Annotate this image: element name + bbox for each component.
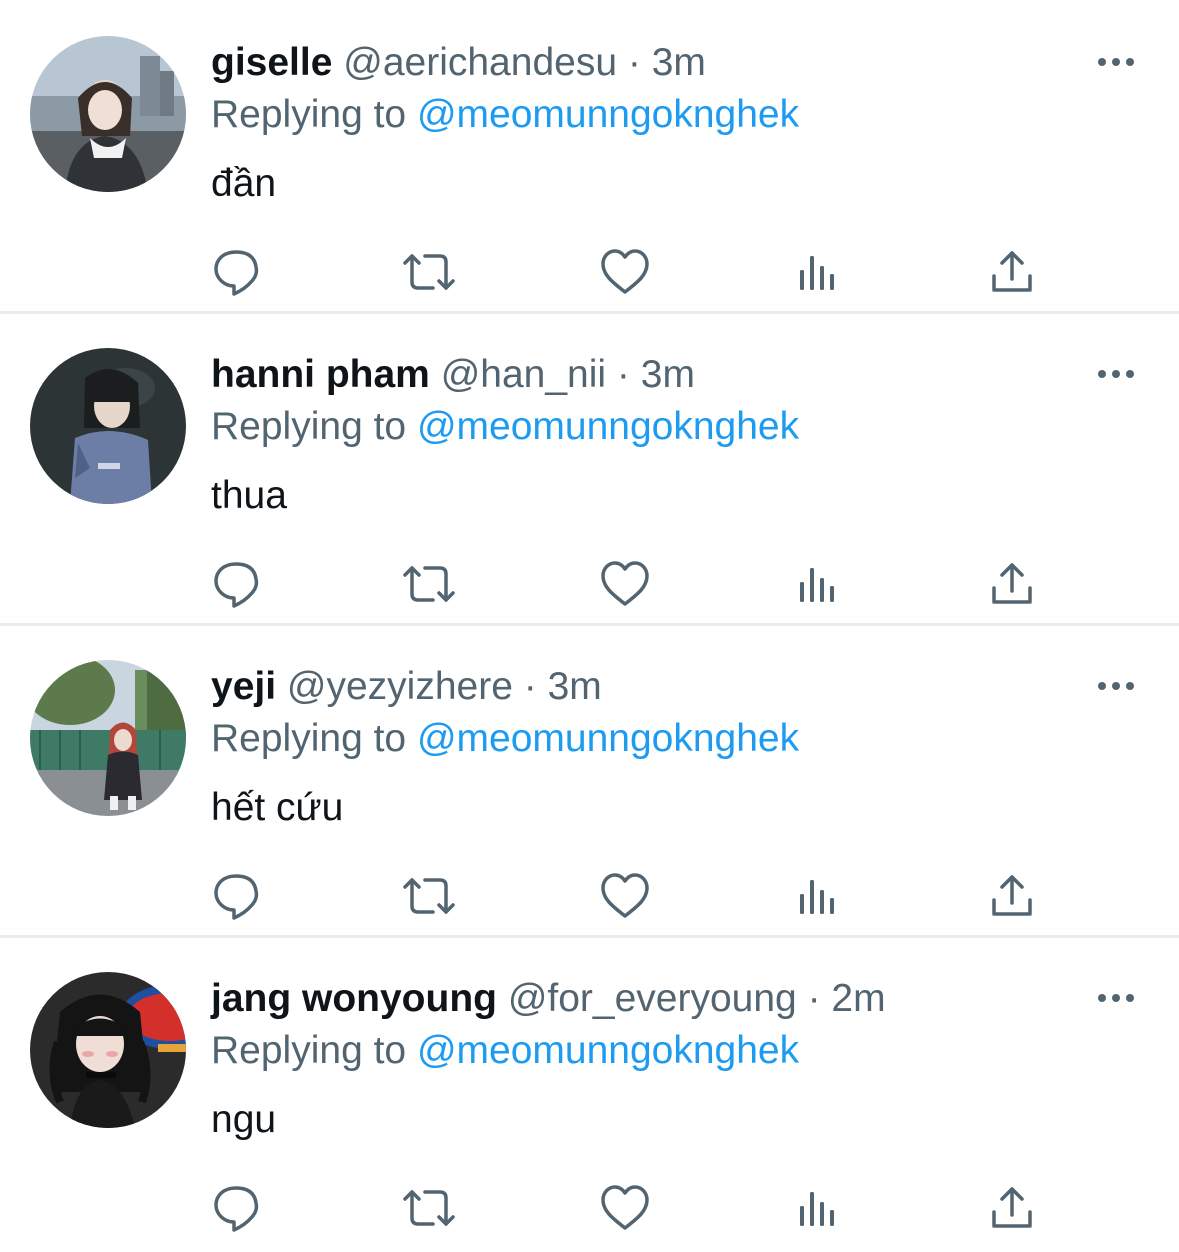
user-handle[interactable]: @for_everyoung	[508, 977, 797, 1020]
display-name[interactable]: hanni pham	[211, 353, 430, 396]
more-horizontal-icon[interactable]	[1096, 364, 1136, 384]
heart-icon[interactable]	[597, 244, 653, 300]
views-chart-icon[interactable]	[790, 244, 846, 300]
user-handle[interactable]: @aerichandesu	[343, 41, 617, 84]
separator-dot: ·	[807, 977, 821, 1020]
avatar[interactable]	[30, 36, 186, 192]
replying-to-label: Replying to	[211, 405, 407, 448]
reply-icon[interactable]	[208, 556, 264, 612]
mention-link[interactable]: @meomunngoknghek	[417, 1029, 799, 1072]
reply-icon[interactable]	[208, 868, 264, 924]
tweet-header: yeji @yezyizhere · 3m	[211, 662, 602, 712]
replying-to-line: Replying to @meomunngoknghek	[211, 90, 799, 140]
views-chart-icon[interactable]	[790, 868, 846, 924]
display-name[interactable]: jang wonyoung	[211, 977, 497, 1020]
display-name[interactable]: yeji	[211, 665, 276, 708]
replying-to-line: Replying to @meomunngoknghek	[211, 714, 799, 764]
heart-icon[interactable]	[597, 556, 653, 612]
timestamp[interactable]: 3m	[652, 41, 706, 84]
timestamp[interactable]: 3m	[548, 665, 602, 708]
avatar[interactable]	[30, 972, 186, 1128]
tweet[interactable]: giselle @aerichandesu · 3m Replying to @…	[0, 0, 1179, 314]
retweet-icon[interactable]	[401, 556, 457, 612]
more-horizontal-icon[interactable]	[1096, 676, 1136, 696]
mention-link[interactable]: @meomunngoknghek	[417, 93, 799, 136]
separator-dot: ·	[616, 353, 630, 396]
mention-link[interactable]: @meomunngoknghek	[417, 717, 799, 760]
reply-feed: giselle @aerichandesu · 3m Replying to @…	[0, 0, 1179, 1252]
tweet-actions	[0, 1180, 1179, 1236]
replying-to-label: Replying to	[211, 1029, 407, 1072]
views-chart-icon[interactable]	[790, 556, 846, 612]
reply-icon[interactable]	[208, 1180, 264, 1236]
avatar[interactable]	[30, 660, 186, 816]
retweet-icon[interactable]	[401, 244, 457, 300]
tweet[interactable]: jang wonyoung @for_everyoung · 2m Replyi…	[0, 936, 1179, 1248]
tweet-actions	[0, 244, 1179, 300]
share-icon[interactable]	[984, 868, 1040, 924]
tweet-text: ngu	[211, 1098, 277, 1141]
tweet[interactable]: yeji @yezyizhere · 3m Replying to @meomu…	[0, 624, 1179, 938]
more-horizontal-icon[interactable]	[1096, 988, 1136, 1008]
separator-dot: ·	[627, 41, 641, 84]
separator-dot: ·	[523, 665, 537, 708]
tweet-text: đần	[211, 162, 277, 205]
mention-link[interactable]: @meomunngoknghek	[417, 405, 799, 448]
tweet[interactable]: hanni pham @han_nii · 3m Replying to @me…	[0, 312, 1179, 626]
views-chart-icon[interactable]	[790, 1180, 846, 1236]
tweet-header: giselle @aerichandesu · 3m	[211, 38, 706, 88]
replying-to-line: Replying to @meomunngoknghek	[211, 1026, 799, 1076]
reply-icon[interactable]	[208, 244, 264, 300]
timestamp[interactable]: 2m	[831, 977, 885, 1020]
tweet-text: hết cứu	[211, 786, 344, 829]
user-handle[interactable]: @yezyizhere	[287, 665, 513, 708]
timestamp[interactable]: 3m	[641, 353, 695, 396]
share-icon[interactable]	[984, 556, 1040, 612]
tweet-header: hanni pham @han_nii · 3m	[211, 350, 695, 400]
replying-to-label: Replying to	[211, 93, 407, 136]
tweet-text: thua	[211, 474, 287, 517]
avatar[interactable]	[30, 348, 186, 504]
retweet-icon[interactable]	[401, 1180, 457, 1236]
replying-to-label: Replying to	[211, 717, 407, 760]
tweet-header: jang wonyoung @for_everyoung · 2m	[211, 974, 886, 1024]
replying-to-line: Replying to @meomunngoknghek	[211, 402, 799, 452]
more-horizontal-icon[interactable]	[1096, 52, 1136, 72]
display-name[interactable]: giselle	[211, 41, 332, 84]
heart-icon[interactable]	[597, 1180, 653, 1236]
heart-icon[interactable]	[597, 868, 653, 924]
user-handle[interactable]: @han_nii	[441, 353, 606, 396]
tweet-actions	[0, 868, 1179, 924]
share-icon[interactable]	[984, 1180, 1040, 1236]
share-icon[interactable]	[984, 244, 1040, 300]
tweet-actions	[0, 556, 1179, 612]
retweet-icon[interactable]	[401, 868, 457, 924]
